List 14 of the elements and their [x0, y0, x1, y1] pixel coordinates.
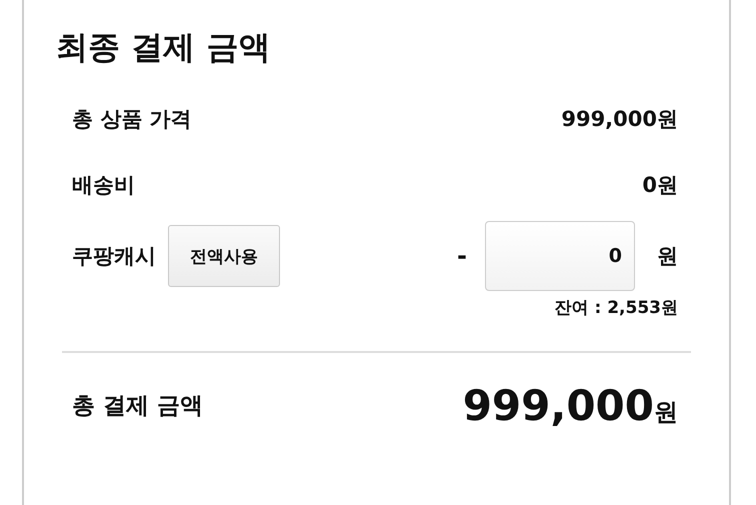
row-label: 쿠팡캐시 — [72, 243, 156, 270]
total-label: 총 결제 금액 — [72, 392, 204, 421]
cash-input-field[interactable]: 0 — [485, 221, 635, 291]
row-value: 0원 — [642, 172, 678, 199]
row-label: 총 상품 가격 — [72, 106, 192, 133]
row-label: 배송비 — [72, 172, 135, 199]
currency-unit: 원 — [657, 243, 678, 270]
total-amount: 999,000 — [462, 381, 654, 430]
row-value: 999,000원 — [561, 106, 678, 133]
minus-sign: - — [457, 242, 467, 270]
currency-unit: 원 — [654, 397, 678, 428]
balance-text: 잔여 : 2,553원 — [554, 298, 678, 318]
section-title: 최종 결제 금액 — [55, 27, 272, 68]
use-all-button[interactable]: 전액사용 — [168, 225, 280, 287]
